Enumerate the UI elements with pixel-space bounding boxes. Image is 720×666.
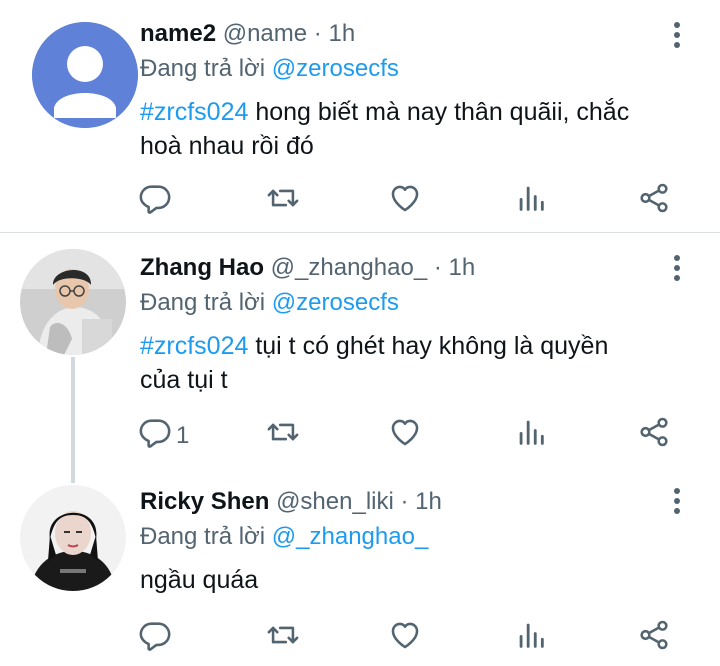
like-button[interactable] [388,181,422,222]
timestamp[interactable]: 1h [415,488,442,515]
more-vertical-icon[interactable] [667,20,687,50]
hashtag-link[interactable]: #zrcfs024 [140,332,248,360]
heart-icon [388,181,422,222]
analytics-icon [514,618,548,659]
display-name[interactable]: Ricky Shen [140,488,269,515]
like-button[interactable] [388,415,422,456]
tweet-text: #zrcfs024 tụi t có ghét hay không là quy… [140,329,700,397]
retweet-icon [266,618,300,659]
tweet-1[interactable]: name2 @name · 1h Đang trả lời @zerosecfs… [0,0,720,232]
retweet-button[interactable] [266,181,300,222]
tweet-2[interactable]: Zhang Hao @_zhanghao_ · 1h Đang trả lời … [0,233,720,483]
handle[interactable]: @shen_liki [276,488,394,515]
analytics-icon [514,415,548,456]
more-vertical-icon[interactable] [667,253,687,283]
share-icon [637,618,671,659]
reply-mention[interactable]: @zerosecfs [272,289,399,316]
handle[interactable]: @name [223,20,307,47]
reply-button[interactable] [138,618,172,659]
reply-icon [138,181,172,222]
timestamp[interactable]: 1h [328,20,355,47]
more-vertical-icon[interactable] [667,486,687,516]
tweet-text: ngầu quáa [140,563,700,597]
tweet-text-line: tụi t có ghét hay không là quyền [248,332,609,360]
heart-icon [388,415,422,456]
user-avatar-ricky-shen[interactable] [20,485,126,591]
tweet-text-line: hong biết mà nay thân quãii, chắc [248,98,630,126]
reply-button[interactable] [138,181,172,222]
tweet-text-line: của tụi t [140,366,228,394]
tweet-text-line: hoà nhau rồi đó [140,132,314,160]
reply-count: 1 [176,421,190,449]
tweet-text: #zrcfs024 hong biết mà nay thân quãii, c… [140,95,700,163]
share-icon [637,181,671,222]
analytics-button[interactable] [514,415,548,456]
reply-prefix: Đang trả lời [140,289,266,316]
tweet-3[interactable]: Ricky Shen @shen_liki · 1h Đang trả lời … [0,468,720,666]
analytics-button[interactable] [514,181,548,222]
display-name[interactable]: Zhang Hao [140,254,264,281]
dot-separator: · [400,488,409,515]
timestamp[interactable]: 1h [449,254,476,281]
share-button[interactable] [637,181,671,222]
hashtag-link[interactable]: #zrcfs024 [140,98,248,126]
retweet-button[interactable] [266,415,300,456]
analytics-icon [514,181,548,222]
default-avatar[interactable] [32,22,138,128]
tweet-text-line: ngầu quáa [140,566,259,594]
retweet-icon [266,415,300,456]
retweet-icon [266,181,300,222]
retweet-button[interactable] [266,618,300,659]
reply-button[interactable]: 1 [138,415,189,456]
like-button[interactable] [388,618,422,659]
user-avatar-zhang-hao[interactable] [20,249,126,355]
share-button[interactable] [637,618,671,659]
handle[interactable]: @_zhanghao_ [271,254,428,281]
reply-mention[interactable]: @_zhanghao_ [272,523,429,550]
reply-prefix: Đang trả lời [140,55,266,82]
reply-prefix: Đang trả lời [140,523,266,550]
reply-icon [138,415,172,456]
display-name[interactable]: name2 [140,20,216,47]
heart-icon [388,618,422,659]
analytics-button[interactable] [514,618,548,659]
dot-separator: · [433,254,442,281]
dot-separator: · [313,20,322,47]
share-button[interactable] [637,415,671,456]
reply-mention[interactable]: @zerosecfs [272,55,399,82]
reply-icon [138,618,172,659]
share-icon [637,415,671,456]
